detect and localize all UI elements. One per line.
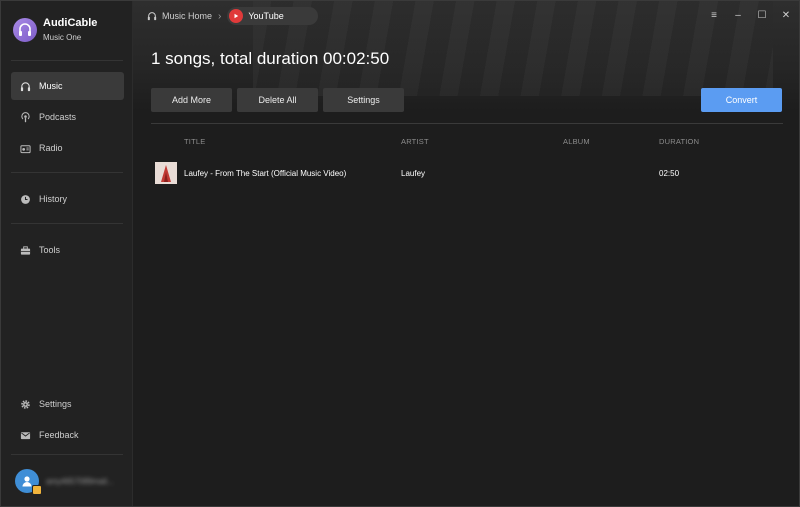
sidebar-item-history[interactable]: History — [11, 185, 124, 213]
sidebar-item-tools[interactable]: Tools — [11, 236, 124, 264]
audicable-logo-icon — [13, 18, 37, 42]
maximize-icon[interactable]: ☐ — [755, 8, 769, 22]
delete-all-button[interactable]: Delete All — [237, 88, 318, 112]
gear-icon — [21, 399, 30, 409]
app-name: AudiCable — [43, 17, 98, 29]
premium-badge-icon — [32, 485, 42, 495]
headphones-icon — [20, 81, 31, 91]
minimize-icon[interactable]: – — [731, 8, 745, 22]
podcast-icon — [21, 111, 30, 122]
close-icon[interactable]: ✕ — [779, 8, 793, 22]
sidebar-item-label: Tools — [39, 245, 61, 255]
sidebar-item-settings[interactable]: Settings — [11, 390, 124, 418]
album-art-thumbnail — [155, 162, 177, 184]
sidebar-divider — [11, 223, 123, 224]
sidebar-item-label: Music — [39, 81, 63, 91]
window-controls: ≡ – ☐ ✕ — [707, 8, 793, 22]
convert-button[interactable]: Convert — [701, 88, 782, 112]
sidebar-item-label: Radio — [39, 143, 63, 153]
app-logo: AudiCable Music One — [13, 17, 97, 43]
sidebar-item-label: Podcasts — [39, 112, 77, 122]
song-duration: 02:50 — [659, 169, 680, 178]
user-email: amy4657089mail... — [46, 476, 114, 486]
main-panel: Music Home › YouTube ≡ – ☐ ✕ 1 songs, to… — [133, 1, 799, 506]
table-divider — [151, 123, 783, 124]
column-header-duration: DURATION — [659, 137, 700, 146]
breadcrumb: Music Home › YouTube — [147, 7, 318, 25]
column-header-artist: ARTIST — [401, 137, 429, 146]
headphones-icon — [147, 12, 157, 21]
song-title: Laufey - From The Start (Official Music … — [184, 169, 347, 178]
sidebar-item-feedback[interactable]: Feedback — [11, 421, 124, 449]
column-header-album: ALBUM — [563, 137, 590, 146]
app-subtitle: Music One — [43, 33, 82, 42]
settings-button[interactable]: Settings — [323, 88, 404, 112]
column-header-title: TITLE — [184, 137, 206, 146]
youtube-icon — [229, 9, 244, 23]
clock-icon — [21, 194, 30, 204]
sidebar-divider — [11, 60, 123, 61]
avatar[interactable] — [15, 469, 42, 495]
table-row[interactable]: Laufey - From The Start (Official Music … — [151, 161, 783, 187]
toolbox-icon — [20, 245, 31, 255]
breadcrumb-current[interactable]: YouTube — [227, 7, 318, 25]
add-more-button[interactable]: Add More — [151, 88, 232, 112]
sidebar-divider — [11, 454, 123, 455]
menu-icon[interactable]: ≡ — [707, 8, 721, 22]
chevron-right-icon: › — [218, 10, 222, 22]
sidebar: AudiCable Music One Music Podcasts Radio… — [1, 1, 133, 506]
sidebar-item-radio[interactable]: Radio — [11, 134, 124, 162]
mail-icon — [20, 431, 31, 439]
app-window: AudiCable Music One Music Podcasts Radio… — [0, 0, 800, 507]
sidebar-divider — [11, 172, 123, 173]
sidebar-item-podcasts[interactable]: Podcasts — [11, 103, 124, 131]
breadcrumb-home-label: Music Home — [162, 11, 213, 21]
breadcrumb-current-label: YouTube — [248, 11, 284, 21]
song-summary: 1 songs, total duration 00:02:50 — [151, 49, 390, 68]
user-account[interactable]: amy4657089mail... — [15, 469, 114, 495]
sidebar-item-label: Settings — [39, 399, 72, 409]
sidebar-item-label: History — [39, 194, 68, 204]
radio-icon — [20, 144, 31, 153]
sidebar-item-music[interactable]: Music — [11, 72, 124, 100]
breadcrumb-home[interactable]: Music Home — [147, 11, 212, 21]
song-artist: Laufey — [401, 169, 426, 178]
sidebar-item-label: Feedback — [39, 430, 79, 440]
